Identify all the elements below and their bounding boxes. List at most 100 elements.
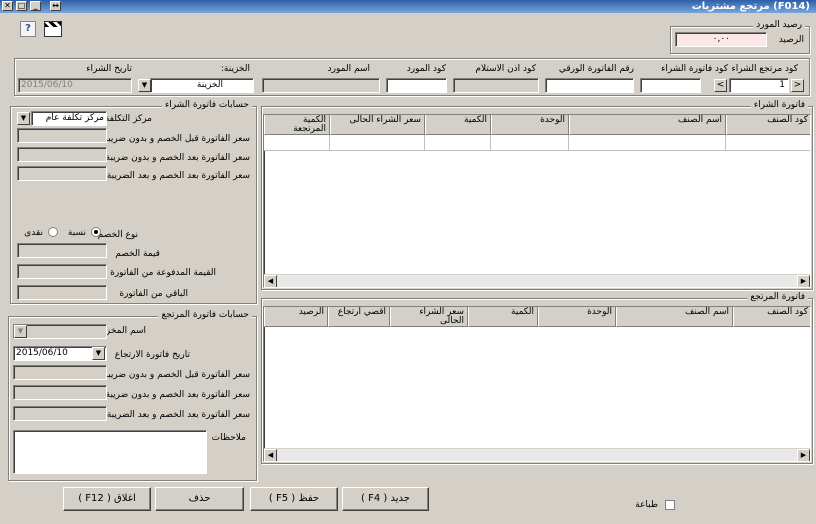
delete-button[interactable]: حذف xyxy=(155,487,244,511)
col-balance[interactable]: الرصيد xyxy=(264,307,328,327)
return-calc-title: حسابات فاتورة المرتجع xyxy=(158,310,252,320)
new-button[interactable]: جديد ( F4 ) xyxy=(342,487,429,511)
cell[interactable] xyxy=(726,135,810,151)
return-date-label: تاريخ فاتورة الارتجاع xyxy=(114,350,190,360)
scroll-left-icon[interactable]: ◀ xyxy=(264,275,277,287)
col-current-price[interactable]: سعر الشراء الحالى xyxy=(390,307,468,327)
purchase-invoice-title: فاتورة الشراء xyxy=(750,100,808,110)
before-disc-field xyxy=(17,128,107,143)
safe-label: الخزينة: xyxy=(220,64,250,74)
safe-value: الخزينة xyxy=(196,80,223,90)
purchase-invoice-code-field[interactable] xyxy=(640,78,701,93)
col-item-code[interactable]: كود الصنف xyxy=(726,115,810,135)
receipt-code-label: كود اذن الاستلام xyxy=(475,64,536,74)
return-code-field[interactable]: 1 xyxy=(729,78,789,93)
after-disc-tax-label: سعر الفاتورة بعد الخصم و بعد الضريبة xyxy=(106,171,250,181)
purchase-invoice-grid[interactable]: كود الصنف اسم الصنف الوحدة الكمية سعر ال… xyxy=(263,114,811,288)
save-button[interactable]: حفظ ( F5 ) xyxy=(250,487,338,511)
remaining-label: الباقي من الفاتورة xyxy=(119,289,188,299)
scroll-left-icon[interactable]: ◀ xyxy=(264,449,277,461)
close-icon[interactable]: ✕ xyxy=(2,1,13,11)
col-item-code[interactable]: كود الصنف xyxy=(733,307,810,327)
after-disc-tax-field xyxy=(17,166,107,181)
notes-textarea[interactable] xyxy=(13,430,207,474)
cell[interactable] xyxy=(491,135,569,151)
supplier-code-field[interactable] xyxy=(386,78,447,93)
scroll-right-icon[interactable]: ▶ xyxy=(797,449,810,461)
paper-invoice-label: رقم الفاتورة الورقي xyxy=(558,64,634,74)
discount-type-label: نوع الخصم xyxy=(97,230,138,240)
col-unit[interactable]: الوحدة xyxy=(538,307,616,327)
help-icon[interactable]: ? xyxy=(20,21,36,37)
resize-icon[interactable]: ↔ xyxy=(50,1,61,11)
title-bar: (F014) مرتجع مشتريات ✕ □ _ ↔ xyxy=(0,0,816,13)
supplier-code-label: كود المورد xyxy=(406,64,446,74)
discount-value-label: قيمة الخصم xyxy=(115,249,160,259)
print-checkbox[interactable] xyxy=(665,500,675,510)
purchase-date-value: 2015/06/10 xyxy=(21,80,73,90)
paper-invoice-field[interactable] xyxy=(545,78,634,93)
return-after-disc-tax-field xyxy=(13,406,107,421)
purchase-date-field: 2015/06/10 xyxy=(18,78,132,93)
col-quantity[interactable]: الكمية xyxy=(468,307,538,327)
col-max-return[interactable]: اقصي ارتجاع xyxy=(328,307,390,327)
return-before-disc-field xyxy=(13,365,107,380)
window-title: (F014) مرتجع مشتريات xyxy=(691,1,810,12)
col-returned-qty[interactable]: الكمية المرتجعة xyxy=(264,115,330,135)
store-select xyxy=(13,324,107,339)
scroll-right-icon[interactable]: ▶ xyxy=(797,275,810,287)
safe-dropdown-icon[interactable]: ▼ xyxy=(138,79,151,92)
purchase-hscrollbar[interactable]: ◀ ▶ xyxy=(264,274,810,287)
clapper-icon[interactable] xyxy=(44,21,62,37)
return-after-disc-field xyxy=(13,385,107,400)
return-before-disc-label: سعر الفاتورة قبل الخصم و بدون ضريبة xyxy=(103,370,250,380)
return-invoice-grid[interactable]: كود الصنف اسم الصنف الوحدة الكمية سعر ال… xyxy=(263,306,811,462)
return-after-disc-label: سعر الفاتورة بعد الخصم و بدون ضريبة xyxy=(105,390,250,400)
restore-icon[interactable]: □ xyxy=(16,1,27,11)
return-code-value: 1 xyxy=(779,80,785,90)
cash-radio[interactable] xyxy=(48,227,58,237)
after-disc-field xyxy=(17,147,107,162)
col-unit[interactable]: الوحدة xyxy=(491,115,569,135)
col-quantity[interactable]: الكمية xyxy=(425,115,491,135)
cell[interactable] xyxy=(569,135,726,151)
col-item-name[interactable]: اسم الصنف xyxy=(616,307,733,327)
cost-center-label: مركز التكلفة xyxy=(104,114,152,124)
cost-center-select[interactable]: مركز تكلفة عام xyxy=(31,111,107,126)
prev-button[interactable]: < xyxy=(714,79,727,92)
print-label: طباعة xyxy=(635,500,658,510)
return-date-dropdown-icon[interactable]: ▼ xyxy=(92,347,105,360)
cell[interactable] xyxy=(425,135,491,151)
purchase-invoice-code-label: كود فاتورة الشراء xyxy=(661,64,728,74)
purchase-calc-title: حسابات فاتورة الشراء xyxy=(161,100,252,110)
close-button[interactable]: اغلاق ( F12 ) xyxy=(63,487,151,511)
remaining-field xyxy=(17,285,107,300)
safe-select[interactable]: الخزينة xyxy=(150,78,254,93)
ratio-radio[interactable] xyxy=(91,227,101,237)
paid-field xyxy=(17,264,107,279)
before-disc-label: سعر الفاتورة قبل الخصم و بدون ضريبة xyxy=(103,134,250,144)
store-dropdown-icon: ▼ xyxy=(14,325,27,338)
supplier-name-label: اسم المورد xyxy=(327,64,370,74)
cash-label: نقدى xyxy=(24,228,43,238)
return-invoice-title: فاتورة المرتجع xyxy=(747,292,808,302)
col-current-price[interactable]: سعر الشراء الحالى xyxy=(330,115,425,135)
receipt-code-field xyxy=(453,78,539,93)
return-after-disc-tax-label: سعر الفاتورة بعد الخصم و بعد الضريبة xyxy=(106,410,250,420)
cost-center-dropdown-icon[interactable]: ▼ xyxy=(17,112,30,125)
return-date-value: 2015/06/10 xyxy=(16,348,68,358)
discount-value-field xyxy=(17,243,107,258)
return-hscrollbar[interactable]: ◀ ▶ xyxy=(264,448,810,461)
minimize-icon[interactable]: _ xyxy=(30,1,41,11)
col-item-name[interactable]: اسم الصنف xyxy=(569,115,726,135)
ratio-label: نسبة xyxy=(67,228,86,238)
cell[interactable] xyxy=(264,135,330,151)
purchase-date-label: تاريخ الشراء xyxy=(86,64,132,74)
after-disc-label: سعر الفاتورة بعد الخصم و بدون ضريبة xyxy=(105,153,250,163)
cost-center-value: مركز تكلفة عام xyxy=(45,113,104,123)
balance-label: الرصيد xyxy=(778,35,804,45)
supplier-name-field xyxy=(262,78,380,93)
supplier-balance-title: رصيد المورد xyxy=(753,20,805,30)
next-button[interactable]: > xyxy=(791,79,804,92)
cell[interactable] xyxy=(330,135,425,151)
